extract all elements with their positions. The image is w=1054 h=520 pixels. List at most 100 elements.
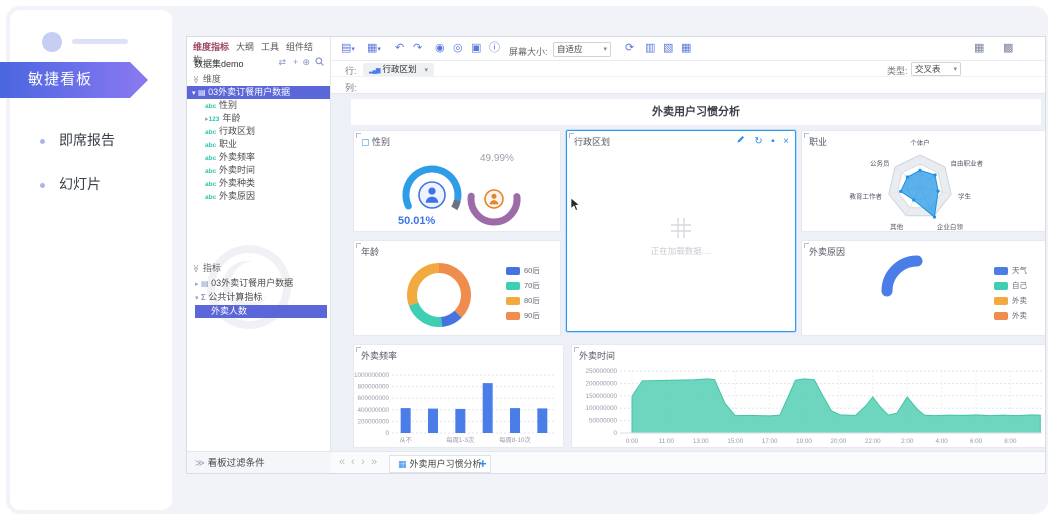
legend-swatch [994,297,1008,305]
tree-metric-dataset[interactable]: ▸ ▤ 03外卖订餐用户数据 [187,277,330,290]
tree-field-外卖种类[interactable]: abc外卖种类 [187,177,330,190]
row-field-pill[interactable]: ▂▄▆行政区划▾ [363,63,434,76]
svg-text:250000000: 250000000 [585,368,617,375]
tree-closed-icon: ▸ [195,281,199,288]
tree-field-行政区划[interactable]: abc行政区划 [187,125,330,138]
open-icon[interactable]: ▤▾ [341,42,355,56]
card-frequency[interactable]: 外卖频率 02000000004000000006000000008000000… [353,344,564,448]
sidebar-item-adhoc-report[interactable]: 即席报告 [40,130,160,150]
loading-text: 正在加载数据.... [567,245,795,257]
switch-dataset-icon[interactable]: ⇄ [278,57,286,68]
age-donut-chart [354,255,504,335]
card-time[interactable]: 外卖时间 05000000010000000015000000020000000… [571,344,1046,448]
tab-tools[interactable]: 工具 [261,42,279,52]
redo-icon[interactable]: ↷ [413,42,422,55]
legend-label: 70后 [524,281,540,290]
tree-field-外卖原因[interactable]: abc外卖原因 [187,190,330,203]
field-type-icon: abc [205,191,219,204]
card-gender[interactable]: ▢ 性别 49.99% 50.01% [353,130,561,232]
legend-item[interactable]: 90后 [506,308,540,323]
board-layout-icon[interactable]: ▥ [645,42,655,55]
tab-outline[interactable]: 大纲 [236,42,254,52]
card-reason[interactable]: 外卖原因 天气自己外卖外卖 [801,240,1046,336]
board-export-icon[interactable]: ▧ [663,42,673,55]
image-export-icon[interactable]: ▣ [471,42,481,55]
legend-label: 外卖 [1012,311,1027,320]
refresh-icon[interactable]: ⟳ [625,42,634,55]
undo-icon[interactable]: ↶ [395,42,404,55]
legend-item[interactable]: 80后 [506,293,540,308]
legend-item[interactable]: 自己 [994,278,1027,293]
svg-text:0:00: 0:00 [626,438,639,445]
board-title[interactable]: 外卖用户习惯分析 [351,99,1041,125]
svg-text:13:00: 13:00 [693,438,709,445]
avatar [42,32,62,52]
search-icon[interactable] [315,57,324,68]
svg-text:1000000000: 1000000000 [354,372,389,379]
grid-type-icon[interactable]: ▩ [1003,42,1013,55]
nav-first-icon[interactable]: « [339,456,345,468]
add-icon[interactable]: + [293,57,298,67]
add-sheet-button[interactable]: + [479,456,487,471]
legend-item[interactable]: 外卖 [994,308,1027,323]
svg-text:2:00: 2:00 [901,438,914,445]
legend-item[interactable]: 外卖 [994,293,1027,308]
card-age[interactable]: 年龄 60后70后80后90后 [353,240,561,336]
preview-icon[interactable]: ◉ [435,42,445,55]
stop-icon[interactable]: ▪ [771,136,775,147]
board-settings-icon[interactable]: ▦ [681,42,691,55]
chevron-down-icon: ▾ [953,63,957,76]
main-area: ▤▾ ▦▾ ↶ ↷ ◉ ◎ ▣ ⓘ 屏幕大小: 自适应▾ ⟳ ▥ ▧ ▦ ▦ ▩… [331,37,1046,474]
sidebar-item-label: 即席报告 [59,132,115,148]
save-icon[interactable]: ▦▾ [367,42,381,56]
row-label: 行: [345,64,357,77]
info-icon[interactable]: ⓘ [489,42,500,55]
tree-field-外卖频率[interactable]: abc外卖频率 [187,151,330,164]
card-occupation[interactable]: 职业 个体户自由职业者学生企业白领其他教育工作者公务员 [801,130,1046,232]
legend-item[interactable]: 60后 [506,263,540,278]
edit-icon[interactable] [736,136,746,147]
svg-text:每周1-3次: 每周1-3次 [446,435,475,444]
sidebar-item-dashboard-active[interactable]: 敏捷看板 [0,62,148,98]
nav-next-icon[interactable]: › [361,456,365,468]
field-label: 职业 [219,139,237,149]
close-icon[interactable]: × [783,136,789,147]
chart-type-icon[interactable]: ▦ [974,42,984,55]
tree-field-职业[interactable]: abc职业 [187,138,330,151]
tree-dataset-root[interactable]: ▾ ▤ 03外卖订餐用户数据 [187,86,330,99]
sidebar-item-slides[interactable]: 幻灯片 [40,174,160,194]
svg-text:其他: 其他 [890,222,904,231]
tab-dimensions-metrics[interactable]: 维度指标 [193,42,229,52]
tree-field-外卖时间[interactable]: abc外卖时间 [187,164,330,177]
tree-field-年龄[interactable]: ▸123年龄 [187,112,330,125]
legend-item[interactable]: 70后 [506,278,540,293]
legend-item[interactable]: 天气 [994,263,1027,278]
board-icon: ▦ [398,459,407,469]
svg-text:100000000: 100000000 [585,405,617,412]
card-region-selected[interactable]: 行政区划 ↻ ▪ × 正在加载数据.... [566,130,796,332]
collapse-icon: ≫ [192,75,201,83]
nav-last-icon[interactable]: » [371,456,377,468]
sheet-tab-active[interactable]: ▦外卖用户习惯分析 [389,455,491,473]
chevron-down-icon: ▾ [425,67,429,74]
screen-size-select[interactable]: 自适应▾ [553,42,611,57]
legend-swatch [506,312,520,320]
svg-text:公务员: 公务员 [870,159,890,168]
legend-label: 60后 [524,266,540,275]
tree-field-性别[interactable]: abc性别 [187,99,330,112]
svg-text:19:00: 19:00 [796,438,812,445]
nav-prev-icon[interactable]: ‹ [351,456,355,468]
dataset-icon: ▤ [201,279,209,288]
dimensions-header[interactable]: ≫ 维度 [187,72,330,86]
refresh-icon[interactable]: ↻ [754,136,762,147]
legend-label: 天气 [1012,266,1027,275]
metrics-header[interactable]: ≫ 指标 [187,261,330,275]
history-icon[interactable]: ◎ [453,42,463,55]
chart-type-select[interactable]: 交叉表▾ [911,62,961,76]
link-icon[interactable]: ⊕ [302,57,310,68]
board-filter-bar[interactable]: ≫ 看板过滤条件 [187,451,331,474]
field-label: 性别 [219,100,237,110]
tree-public-metrics[interactable]: ▾ Σ 公共计算指标 [187,291,330,304]
tree-metric-selected[interactable]: 外卖人数 [195,305,327,318]
svg-text:每周8-10次: 每周8-10次 [499,435,531,444]
